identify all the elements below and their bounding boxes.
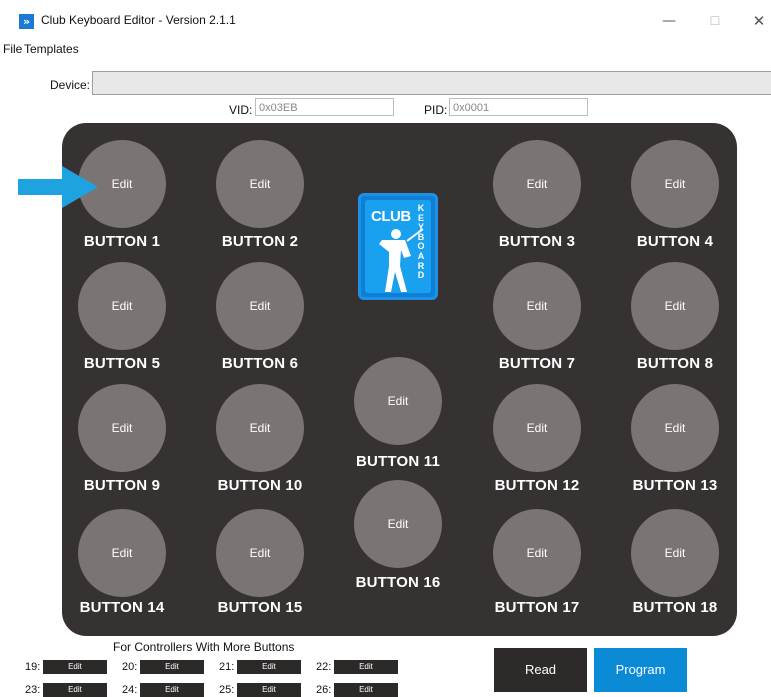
edit-button-3[interactable]: Edit [493,140,581,228]
edit-button-17[interactable]: Edit [493,509,581,597]
button-label-18: BUTTON 18 [632,599,718,616]
menu-file[interactable]: File [3,42,22,56]
edit-button-8[interactable]: Edit [631,262,719,350]
button-label-16: BUTTON 16 [355,574,441,591]
button-label-11: BUTTON 11 [355,453,441,470]
button-label-1: BUTTON 1 [83,233,161,250]
edit-button-2[interactable]: Edit [216,140,304,228]
edit-button-10[interactable]: Edit [216,384,304,472]
menu-templates[interactable]: Templates [24,42,79,56]
golfer-icon [379,228,424,292]
logo-inner: CLUB KEYBOARD [365,200,431,293]
menu-bar: File Templates [0,40,771,58]
logo-club-text: CLUB [371,208,411,225]
extra-number-25: 25: [219,684,235,696]
button-label-17: BUTTON 17 [494,599,580,616]
button-label-15: BUTTON 15 [217,599,303,616]
program-button[interactable]: Program [594,648,687,692]
extra-number-23: 23: [25,684,41,696]
device-select[interactable] [92,71,771,95]
button-label-12: BUTTON 12 [494,477,580,494]
close-button[interactable]: ✕ [746,8,771,34]
extra-number-19: 19: [25,661,41,673]
title-bar: » Club Keyboard Editor - Version 2.1.1 —… [0,0,771,38]
extra-number-22: 22: [316,661,332,673]
extra-edit-button-22[interactable]: Edit [334,660,398,674]
window-title: Club Keyboard Editor - Version 2.1.1 [41,13,236,27]
club-keyboard-logo: CLUB KEYBOARD [358,193,438,300]
extra-edit-button-19[interactable]: Edit [43,660,107,674]
read-button[interactable]: Read [494,648,587,692]
button-label-6: BUTTON 6 [221,355,299,372]
edit-button-5[interactable]: Edit [78,262,166,350]
button-label-9: BUTTON 9 [83,477,161,494]
maximize-button[interactable]: ☐ [702,8,728,34]
edit-button-4[interactable]: Edit [631,140,719,228]
edit-button-6[interactable]: Edit [216,262,304,350]
edit-button-16[interactable]: Edit [354,480,442,568]
button-label-10: BUTTON 10 [217,477,303,494]
edit-button-13[interactable]: Edit [631,384,719,472]
edit-button-7[interactable]: Edit [493,262,581,350]
edit-button-11[interactable]: Edit [354,357,442,445]
vid-label: VID: [229,103,253,117]
edit-button-18[interactable]: Edit [631,509,719,597]
arrow-pointer-icon [18,166,98,208]
extra-number-20: 20: [122,661,138,673]
button-label-14: BUTTON 14 [79,599,165,616]
button-label-3: BUTTON 3 [498,233,576,250]
pid-label: PID: [424,103,448,117]
extra-number-24: 24: [122,684,138,696]
extra-edit-button-20[interactable]: Edit [140,660,204,674]
button-label-2: BUTTON 2 [221,233,299,250]
pid-field[interactable]: 0x0001 [449,98,588,116]
button-label-5: BUTTON 5 [83,355,161,372]
extra-edit-button-21[interactable]: Edit [237,660,301,674]
edit-button-14[interactable]: Edit [78,509,166,597]
button-label-13: BUTTON 13 [632,477,718,494]
minimize-button[interactable]: — [656,8,682,34]
device-label: Device: [50,78,91,92]
button-label-8: BUTTON 8 [636,355,714,372]
button-label-4: BUTTON 4 [636,233,714,250]
edit-button-12[interactable]: Edit [493,384,581,472]
app-icon: » [19,14,34,29]
button-label-7: BUTTON 7 [498,355,576,372]
more-buttons-title: For Controllers With More Buttons [113,640,295,654]
extra-number-26: 26: [316,684,332,696]
edit-button-9[interactable]: Edit [78,384,166,472]
edit-button-15[interactable]: Edit [216,509,304,597]
extra-number-21: 21: [219,661,235,673]
vid-field[interactable]: 0x03EB [255,98,394,116]
